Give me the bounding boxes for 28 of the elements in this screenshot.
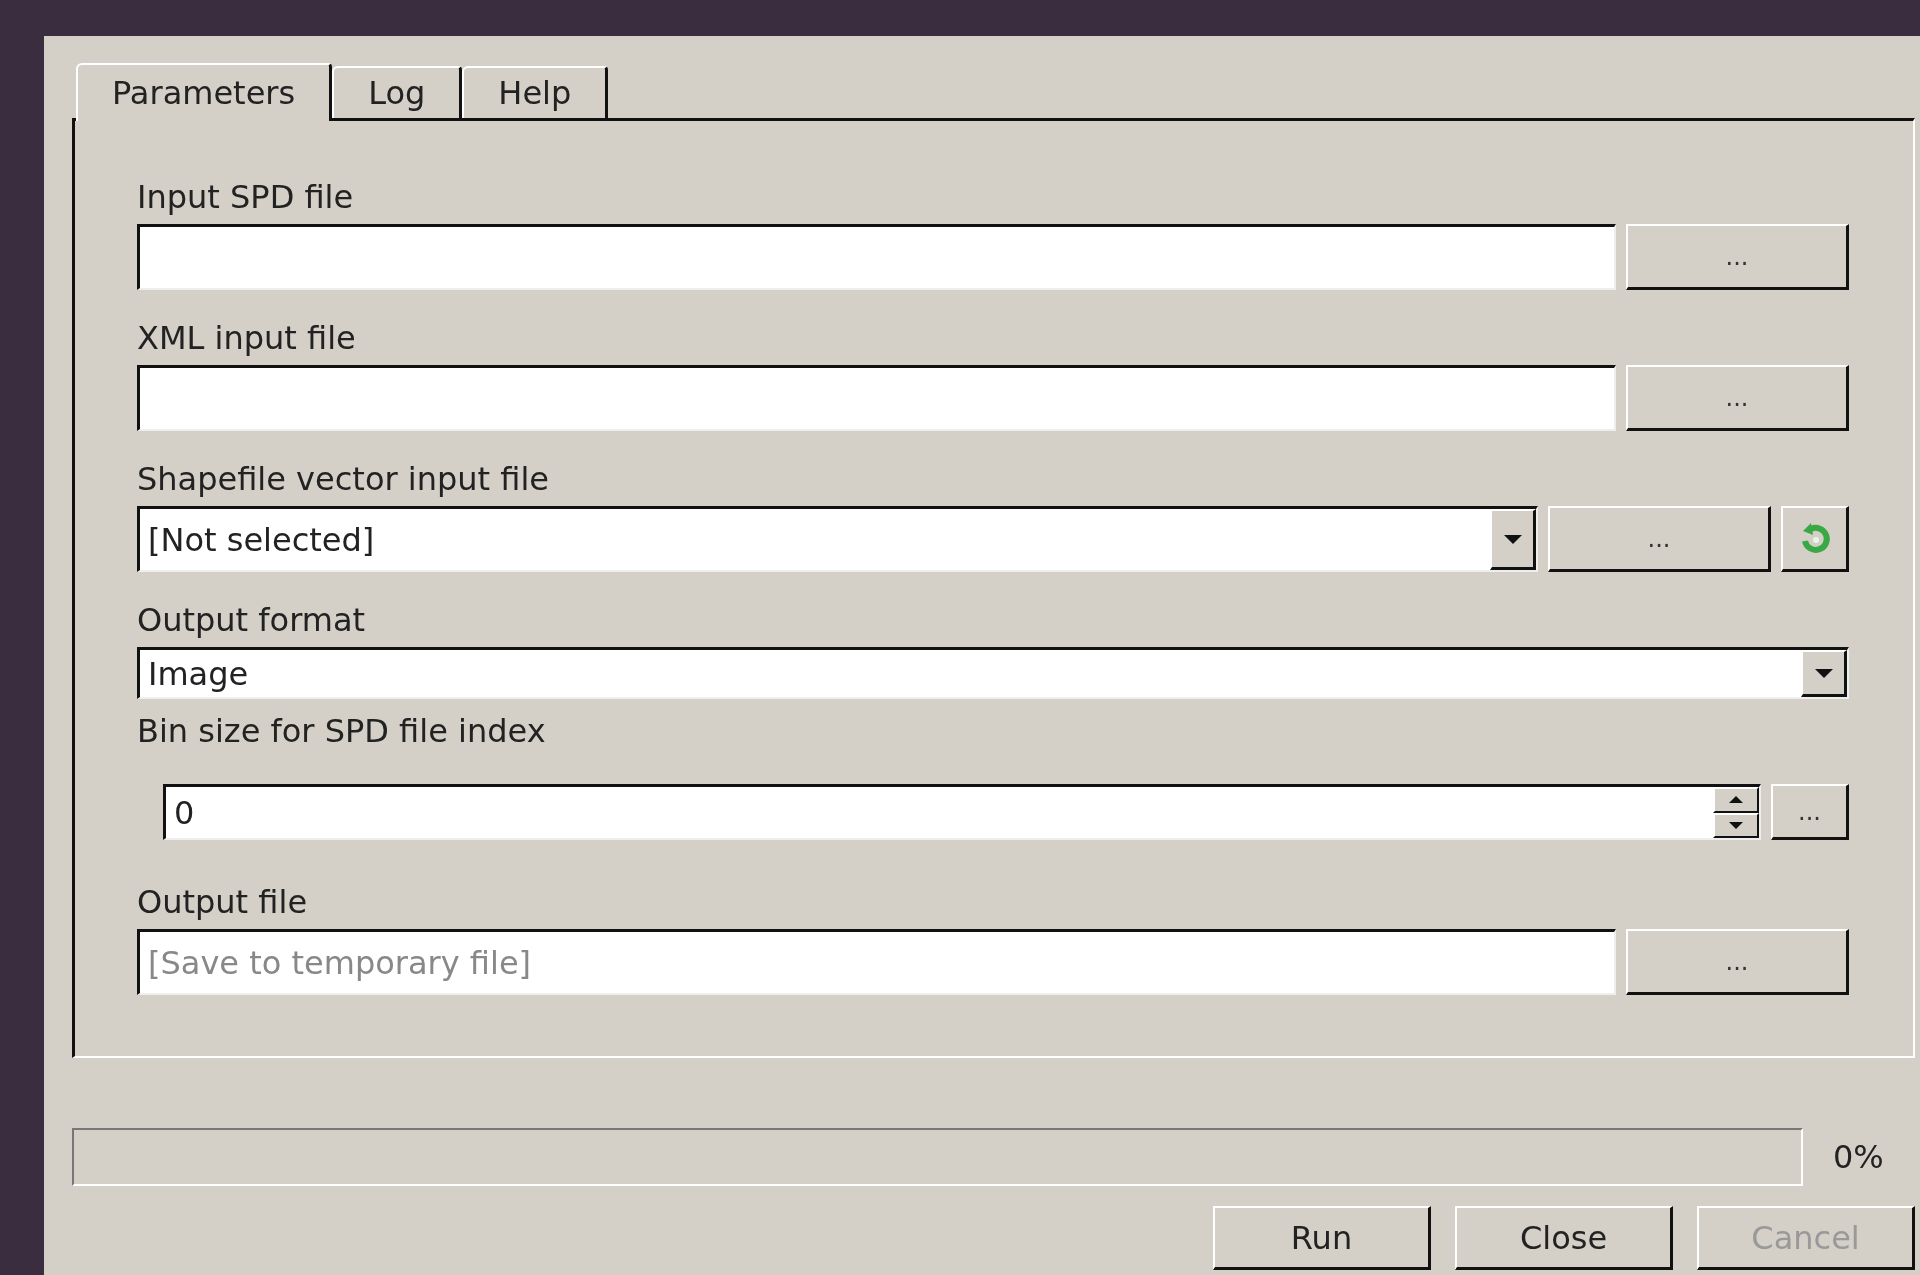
up-arrow-icon [1729,796,1743,804]
down-arrow-icon [1814,668,1833,678]
dialog-button[interactable]: Run [1213,1206,1431,1270]
browse-button[interactable]: ... [1626,224,1849,290]
tab[interactable]: Parameters [76,63,333,121]
browse-button[interactable]: ... [1771,784,1849,840]
field-label: Shapefile vector input file [137,459,550,500]
field-label: Bin size for SPD file index [137,711,547,752]
progress-percent: 0% [1833,1138,1885,1176]
input-field[interactable]: [Save to temporary file] [137,929,1616,995]
down-arrow-icon [1729,821,1743,829]
tab[interactable]: Log [332,66,463,118]
field-label: XML input file [137,318,357,359]
format-dropdown[interactable]: Image [137,647,1849,699]
dialog-button[interactable]: Close [1455,1206,1673,1270]
field-label: Output file [137,882,309,923]
input-field[interactable] [137,224,1616,290]
input-field[interactable] [137,365,1616,431]
browse-button[interactable]: ... [1626,929,1849,995]
layer-dropdown[interactable]: [Not selected] [137,506,1538,572]
refresh-button[interactable] [1781,506,1849,572]
field-label: Output format [137,600,367,641]
browse-button[interactable]: ... [1548,506,1771,572]
tab[interactable]: Help [462,66,609,118]
spin-box[interactable]: 0 [163,784,1761,840]
down-arrow-icon [1503,534,1522,544]
browse-button[interactable]: ... [1626,365,1849,431]
field-label: Input SPD file [137,177,355,218]
